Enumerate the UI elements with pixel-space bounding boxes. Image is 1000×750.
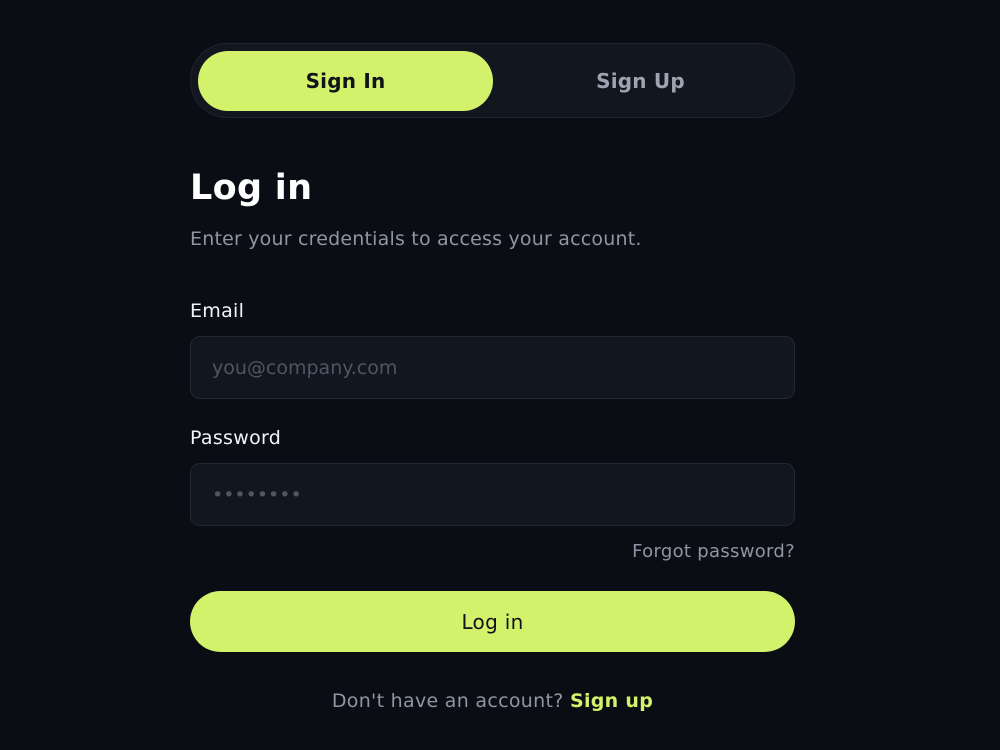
forgot-password-link[interactable]: Forgot password? bbox=[632, 541, 795, 562]
page-title: Log in bbox=[190, 168, 313, 208]
page-subtitle: Enter your credentials to access your ac… bbox=[190, 228, 642, 250]
login-button[interactable]: Log in bbox=[190, 591, 795, 652]
login-panel: Sign In Sign Up Log in Enter your creden… bbox=[190, 0, 795, 750]
password-field[interactable] bbox=[190, 463, 795, 526]
tab-sign-in[interactable]: Sign In bbox=[198, 51, 493, 111]
password-label: Password bbox=[190, 427, 282, 449]
signup-prompt: Don't have an account? Sign up bbox=[190, 690, 795, 712]
auth-tab-switcher: Sign In Sign Up bbox=[190, 43, 795, 118]
tab-sign-up[interactable]: Sign Up bbox=[493, 51, 788, 111]
signup-link[interactable]: Sign up bbox=[570, 690, 653, 712]
email-label: Email bbox=[190, 300, 245, 322]
email-field[interactable] bbox=[190, 336, 795, 399]
signup-prompt-text: Don't have an account? bbox=[331, 690, 564, 712]
